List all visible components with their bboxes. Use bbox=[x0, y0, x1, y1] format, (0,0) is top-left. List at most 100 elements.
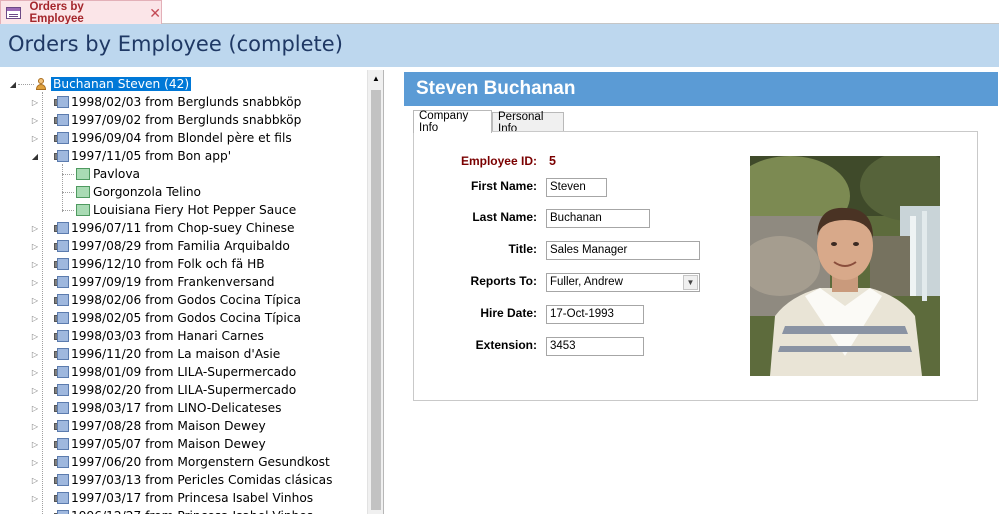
expand-icon[interactable]: ▷ bbox=[30, 332, 40, 341]
tree-item-label: Louisiana Fiery Hot Pepper Sauce bbox=[93, 203, 297, 217]
tree-item-label: 1997/09/02 from Berglunds snabbköp bbox=[71, 113, 302, 127]
expand-icon[interactable]: ▷ bbox=[30, 224, 40, 233]
tree-item-order[interactable]: ▷ 1998/02/20 from LILA-Supermercado bbox=[30, 381, 296, 399]
employee-orders-tree[interactable]: ◢ Buchanan Steven (42) ▷ 1998/02/03 from … bbox=[0, 70, 367, 514]
expand-icon[interactable]: ▷ bbox=[30, 476, 40, 485]
tree-item-product[interactable]: Gorgonzola Telino bbox=[76, 183, 201, 201]
collapse-icon[interactable]: ◢ bbox=[30, 152, 40, 161]
expand-icon[interactable]: ▷ bbox=[30, 296, 40, 305]
tree-item-order[interactable]: ▷ 1997/05/07 from Maison Dewey bbox=[30, 435, 266, 453]
reports-to-label: Reports To: bbox=[470, 274, 537, 288]
expand-icon[interactable]: ▷ bbox=[30, 242, 40, 251]
tree-item-label: 1997/08/29 from Familia Arquibaldo bbox=[71, 239, 290, 253]
expand-icon[interactable]: ▷ bbox=[30, 98, 40, 107]
tree-item-order[interactable]: ▷ 1998/02/05 from Godos Cocina Típica bbox=[30, 309, 301, 327]
last-name-label: Last Name: bbox=[472, 210, 537, 224]
tree-item-order[interactable]: ▷ 1996/09/04 from Blondel père et fils bbox=[30, 129, 292, 147]
expand-icon[interactable]: ▷ bbox=[30, 422, 40, 431]
tree-item-label: 1997/11/05 from Bon app' bbox=[71, 149, 232, 163]
tree-item-order[interactable]: ▷ 1997/08/28 from Maison Dewey bbox=[30, 417, 266, 435]
tree-item-product[interactable]: Pavlova bbox=[76, 165, 140, 183]
employee-orders-tree-panel: ◢ Buchanan Steven (42) ▷ 1998/02/03 from … bbox=[0, 70, 384, 514]
reports-to-value: Fuller, Andrew bbox=[550, 276, 623, 288]
tree-item-label: 1996/09/04 from Blondel père et fils bbox=[71, 131, 292, 145]
tree-item-order[interactable]: ▷ 1997/08/29 from Familia Arquibaldo bbox=[30, 237, 290, 255]
tab-company-info[interactable]: Company Info bbox=[413, 110, 492, 134]
tree-item-label: 1997/09/19 from Frankenversand bbox=[71, 275, 275, 289]
order-icon bbox=[54, 330, 69, 342]
reports-to-combobox[interactable]: Fuller, Andrew ▼ bbox=[546, 273, 700, 292]
tree-item-order[interactable]: ▷ 1997/03/13 from Pericles Comidas clásic… bbox=[30, 471, 333, 489]
first-name-field[interactable]: Steven bbox=[546, 178, 607, 197]
expand-icon[interactable]: ▷ bbox=[30, 386, 40, 395]
order-icon bbox=[54, 384, 69, 396]
tree-root-label: Buchanan Steven (42) bbox=[51, 77, 192, 91]
tree-item-order[interactable]: ▷ 1998/03/17 from LINO-Delicateses bbox=[30, 399, 282, 417]
employee-id-label: Employee ID: bbox=[460, 154, 537, 168]
title-field[interactable]: Sales Manager bbox=[546, 241, 700, 260]
order-icon bbox=[54, 294, 69, 306]
last-name-field[interactable]: Buchanan bbox=[546, 209, 650, 228]
employee-name-header: Steven Buchanan bbox=[404, 72, 998, 106]
expand-icon[interactable]: ▷ bbox=[30, 494, 40, 503]
collapse-icon[interactable]: ◢ bbox=[8, 80, 18, 89]
tree-item-order[interactable]: ▷ 1996/11/20 from La maison d'Asie bbox=[30, 345, 280, 363]
close-icon[interactable]: ✕ bbox=[149, 6, 161, 20]
tab-personal-info[interactable]: Personal Info bbox=[492, 111, 564, 135]
tree-item-order[interactable]: ▷ 1996/07/11 from Chop-suey Chinese bbox=[30, 219, 295, 237]
product-icon bbox=[76, 186, 90, 198]
tree-item-order[interactable]: ▷ 1997/06/20 from Morgenstern Gesundkost bbox=[30, 453, 330, 471]
order-icon bbox=[54, 276, 69, 288]
tree-item-order[interactable]: ▷ 1997/09/02 from Berglunds snabbköp bbox=[30, 111, 301, 129]
document-tab-title: Orders by Employee bbox=[29, 0, 84, 25]
expand-icon[interactable]: ▷ bbox=[30, 350, 40, 359]
hire-date-field[interactable]: 17-Oct-1993 bbox=[546, 305, 644, 324]
form-header: Orders by Employee (complete) bbox=[0, 24, 999, 67]
expand-icon[interactable]: ▷ bbox=[30, 368, 40, 377]
tree-item-label: 1997/03/13 from Pericles Comidas clásica… bbox=[71, 473, 333, 487]
order-icon bbox=[54, 420, 69, 432]
tree-item-order[interactable]: ▷ 1997/09/19 from Frankenversand bbox=[30, 273, 275, 291]
tree-root-employee[interactable]: ◢ Buchanan Steven (42) bbox=[8, 75, 192, 93]
tree-guide-line bbox=[62, 174, 74, 175]
expand-icon[interactable]: ▷ bbox=[30, 440, 40, 449]
tree-item-label: 1998/01/09 from LILA-Supermercado bbox=[71, 365, 297, 379]
tree-item-order[interactable]: ▷ 1998/03/03 from Hanari Carnes bbox=[30, 327, 264, 345]
order-icon bbox=[54, 474, 69, 486]
expand-icon[interactable]: ▷ bbox=[30, 404, 40, 413]
tree-item-order[interactable]: ▷ 1998/02/03 from Berglunds snabbköp bbox=[30, 93, 301, 111]
expand-icon[interactable]: ▷ bbox=[30, 314, 40, 323]
tree-item-product[interactable]: Louisiana Fiery Hot Pepper Sauce bbox=[76, 201, 296, 219]
expand-icon[interactable]: ▷ bbox=[30, 278, 40, 287]
tree-item-order[interactable]: ◢ 1997/11/05 from Bon app' bbox=[30, 147, 231, 165]
employee-photo bbox=[750, 156, 940, 376]
tree-item-label: 1996/12/27 from Princesa Isabel Vinhos bbox=[71, 509, 313, 514]
chevron-down-icon[interactable]: ▼ bbox=[683, 275, 698, 290]
tree-item-order[interactable]: ▷ 1996/12/10 from Folk och fä HB bbox=[30, 255, 265, 273]
tree-item-label: Gorgonzola Telino bbox=[93, 185, 202, 199]
tree-scrollbar[interactable]: ▲ bbox=[367, 70, 383, 514]
order-icon bbox=[54, 438, 69, 450]
order-icon bbox=[54, 348, 69, 360]
tree-item-order[interactable]: ▷ 1997/03/17 from Princesa Isabel Vinhos bbox=[30, 489, 313, 507]
order-icon bbox=[54, 402, 69, 414]
order-icon bbox=[54, 150, 69, 162]
expand-icon[interactable]: ▷ bbox=[30, 116, 40, 125]
order-icon bbox=[54, 240, 69, 252]
tree-item-order[interactable]: ▷1996/12/27 from Princesa Isabel Vinhos bbox=[30, 507, 313, 514]
extension-field[interactable]: 3453 bbox=[546, 337, 644, 356]
expand-icon[interactable]: ▷ bbox=[30, 134, 40, 143]
tree-item-order[interactable]: ▷ 1998/01/09 from LILA-Supermercado bbox=[30, 363, 296, 381]
scroll-up-arrow-icon[interactable]: ▲ bbox=[368, 70, 383, 87]
scrollbar-thumb[interactable] bbox=[371, 90, 381, 510]
order-icon bbox=[54, 96, 69, 108]
document-tab-strip: Orders by Employee ✕ bbox=[0, 0, 999, 25]
expand-icon[interactable]: ▷ bbox=[30, 260, 40, 269]
tree-item-label: 1998/03/03 from Hanari Carnes bbox=[71, 329, 264, 343]
order-icon bbox=[54, 492, 69, 504]
tree-item-order[interactable]: ▷ 1998/02/06 from Godos Cocina Típica bbox=[30, 291, 301, 309]
tree-item-label: 1996/12/10 from Folk och fä HB bbox=[71, 257, 265, 271]
document-tab-orders-by-employee[interactable]: Orders by Employee ✕ bbox=[0, 0, 162, 25]
expand-icon[interactable]: ▷ bbox=[30, 458, 40, 467]
order-icon bbox=[54, 312, 69, 324]
